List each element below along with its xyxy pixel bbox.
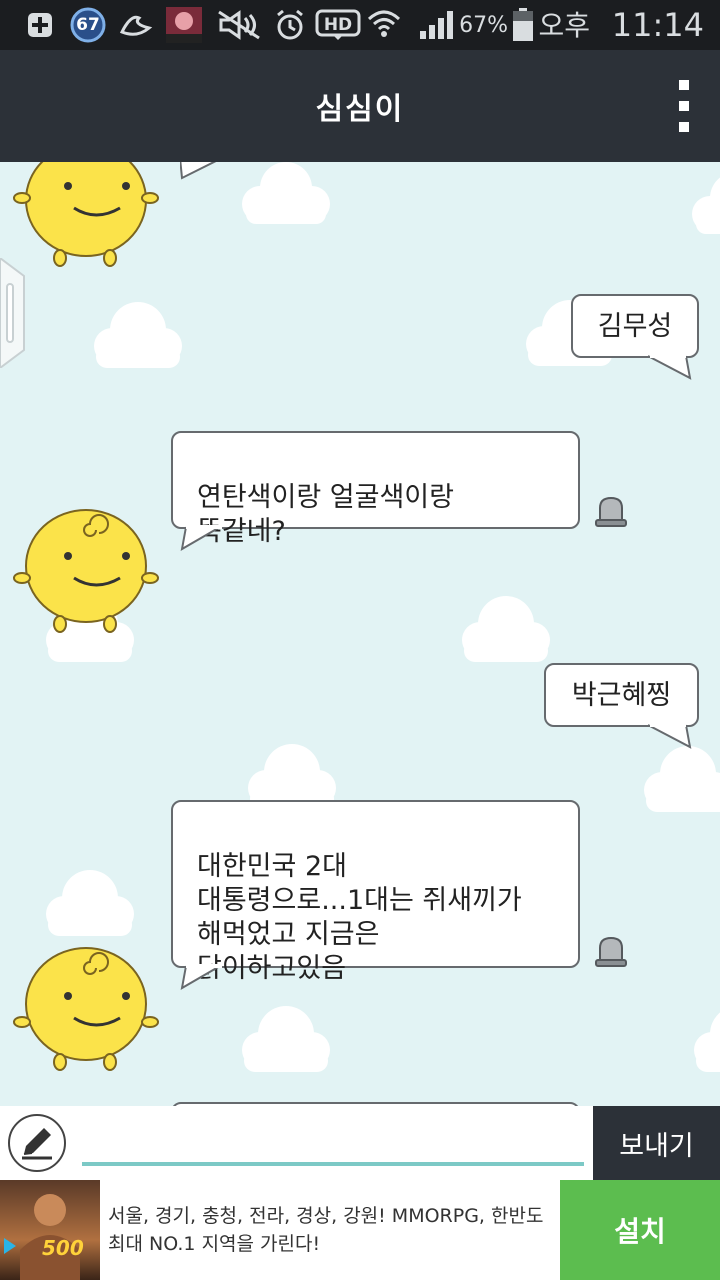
bubble-tail xyxy=(648,354,692,380)
cloud-icon xyxy=(644,746,720,812)
cloud-icon xyxy=(462,596,550,662)
badge-count: 67 xyxy=(76,15,100,35)
cloud-icon xyxy=(694,1012,720,1072)
alarm-icon xyxy=(272,8,308,42)
chat-area[interactable]: 김무성 연탄색이랑 얼굴색이랑 똑같네? 박근혜찡 대한민국 2대 대통령으로.… xyxy=(0,162,720,1106)
simsimi-avatar xyxy=(13,162,159,267)
badge-count-icon: 67 xyxy=(68,7,108,43)
overflow-menu-icon[interactable] xyxy=(672,78,696,134)
bubble-tail xyxy=(180,162,217,180)
install-button[interactable]: 설치 xyxy=(560,1180,720,1280)
cloud-icon xyxy=(242,162,330,224)
pencil-icon[interactable] xyxy=(8,1114,66,1172)
message-text: 박근혜찡 xyxy=(571,680,672,711)
ampm-label: 오후 xyxy=(538,9,590,42)
report-icon[interactable] xyxy=(594,936,628,968)
message-input-bar: 보내기 xyxy=(0,1106,720,1180)
app-bar: 심심이 xyxy=(0,50,720,162)
app-title: 심심이 xyxy=(315,92,405,127)
message-text: 대한민국 2대 대통령으로...1대는 쥐새끼가 해먹었고 지금은 닭이하고있음 xyxy=(197,851,522,984)
hd-voice-icon: HD xyxy=(314,8,362,42)
bubble-tail xyxy=(648,723,692,749)
battery-icon xyxy=(512,8,534,42)
svg-text:HD: HD xyxy=(324,15,352,35)
bubble-tail xyxy=(180,964,222,990)
cloud-icon xyxy=(242,1006,330,1072)
user-message-bubble[interactable]: 김무성 xyxy=(571,294,699,358)
bird-app-icon xyxy=(118,8,154,42)
message-input[interactable] xyxy=(82,1120,584,1166)
drawer-handle[interactable] xyxy=(0,258,28,368)
ad-text: 서울, 경기, 충청, 전라, 경상, 강원! MMORPG, 한반도 최대 N… xyxy=(108,1205,544,1255)
report-icon[interactable] xyxy=(594,496,628,528)
ad-image-text: 500 xyxy=(42,1236,84,1260)
simsimi-avatar xyxy=(13,509,159,633)
game-app-icon xyxy=(164,7,204,43)
message-text: 연탄색이랑 얼굴색이랑 똑같네? xyxy=(197,482,454,547)
wifi-icon xyxy=(366,8,402,42)
battery-percent: 67% xyxy=(459,13,508,38)
add-notification-icon xyxy=(22,8,58,42)
signal-icon xyxy=(416,8,456,42)
mute-icon xyxy=(216,8,262,42)
status-bar: 67 HD 67% 오후 11:14 xyxy=(0,0,720,50)
ad-banner[interactable]: 500 서울, 경기, 충청, 전라, 경상, 강원! MMORPG, 한반도 … xyxy=(0,1180,720,1280)
clock-time: 11:14 xyxy=(611,6,704,44)
simsimi-message-bubble[interactable]: 연탄색이랑 얼굴색이랑 똑같네? xyxy=(171,431,580,547)
ad-image[interactable]: 500 xyxy=(0,1180,100,1280)
send-button[interactable]: 보내기 xyxy=(593,1106,720,1180)
simsimi-message-bubble[interactable]: 대한민국 2대 대통령으로...1대는 쥐새끼가 해먹었고 지금은 닭이하고있음 xyxy=(171,800,580,984)
cloud-icon xyxy=(46,870,134,936)
cloud-icon xyxy=(692,177,720,234)
message-text: 김무성 xyxy=(597,311,673,342)
bubble-tail xyxy=(180,525,222,551)
cloud-icon xyxy=(94,302,182,368)
user-message-bubble[interactable]: 박근혜찡 xyxy=(544,663,699,727)
simsimi-avatar xyxy=(13,947,159,1071)
